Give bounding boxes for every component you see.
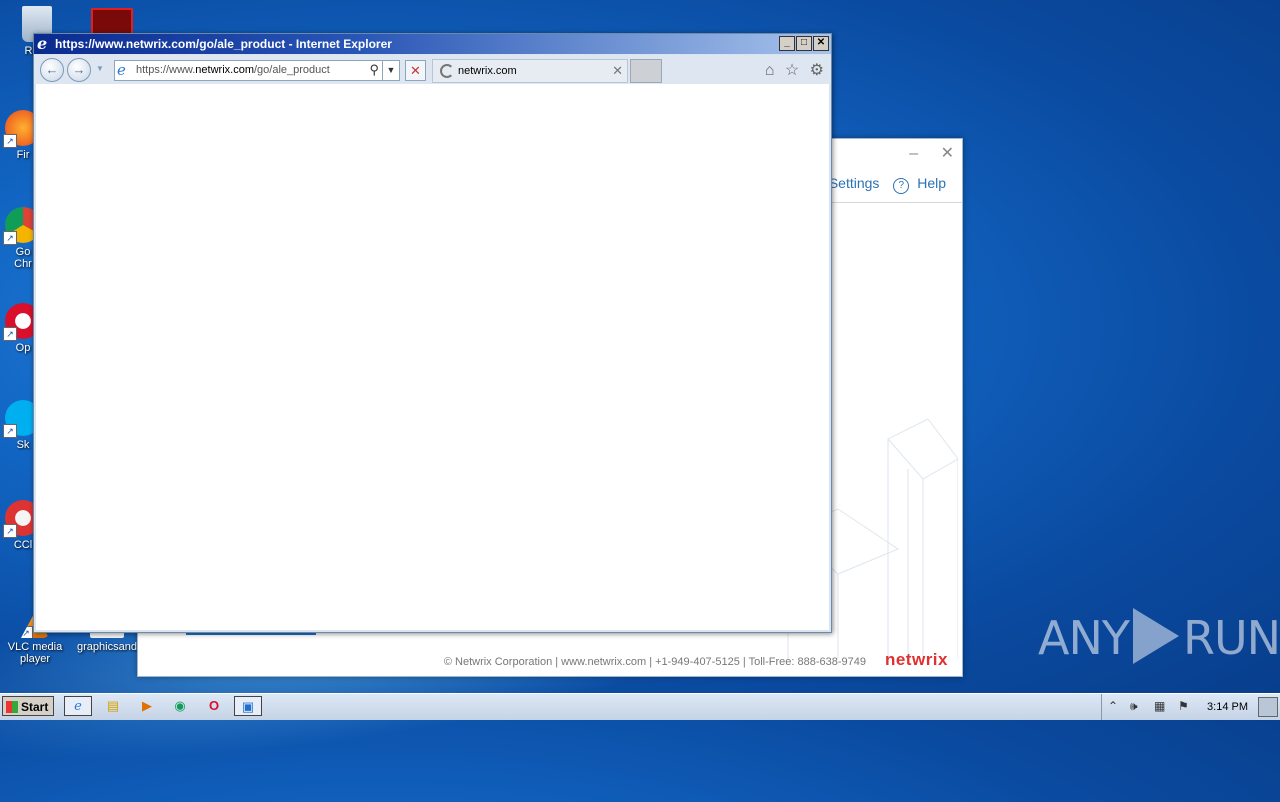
settings-link[interactable]: Settings xyxy=(829,175,880,191)
explorer-taskbar-icon[interactable]: ▤ xyxy=(99,696,127,716)
help-link[interactable]: Help xyxy=(917,175,946,191)
recent-pages-dropdown-icon[interactable]: ▼ xyxy=(96,64,104,73)
ie-taskbar-icon[interactable]: e xyxy=(64,696,92,716)
help-icon[interactable]: ? xyxy=(893,178,910,194)
taskbar: Start e ▤ ▶ ◉ O ▣ ⌃ 🕪 ▦ ⚑ 3:14 PM xyxy=(0,693,1280,720)
address-bar[interactable]: e https://www.netwrix.com/go/ale_product… xyxy=(114,60,400,81)
system-tray: ⌃ 🕪 ▦ ⚑ 3:14 PM xyxy=(1101,694,1280,720)
windows-flag-icon xyxy=(6,701,18,713)
netwrix-taskbar-icon[interactable]: ▣ xyxy=(234,696,262,716)
tab-title: netwrix.com xyxy=(458,65,517,77)
maximize-button[interactable]: □ xyxy=(796,36,812,51)
netwrix-close-button[interactable]: ✕ xyxy=(941,145,954,162)
minimize-button[interactable]: _ xyxy=(779,36,795,51)
clock[interactable]: 3:14 PM xyxy=(1207,701,1248,713)
ie-navigation-toolbar: ← → ▼ e https://www.netwrix.com/go/ale_p… xyxy=(34,55,831,84)
ie-title-bar[interactable]: e https://www.netwrix.com/go/ale_product… xyxy=(34,34,831,54)
netwrix-logo: netwrix xyxy=(884,650,948,669)
ie-window-title: https://www.netwrix.com/go/ale_product -… xyxy=(55,37,392,51)
favorites-icon[interactable]: ☆ xyxy=(785,62,799,79)
anyrun-play-icon xyxy=(1132,608,1179,664)
close-button[interactable]: ✕ xyxy=(813,36,829,51)
netwrix-minimize-button[interactable]: – xyxy=(909,145,918,162)
show-desktop-button[interactable] xyxy=(1258,697,1278,717)
search-icon[interactable]: ⚲ xyxy=(369,62,379,78)
media-player-taskbar-icon[interactable]: ▶ xyxy=(133,696,161,716)
netwrix-top-nav: Settings ? Help xyxy=(819,175,946,194)
volume-icon[interactable]: 🕪 xyxy=(1130,699,1138,714)
netwrix-header-divider xyxy=(828,202,962,203)
start-button[interactable]: Start xyxy=(2,696,54,716)
network-icon[interactable]: ▦ xyxy=(1154,699,1165,713)
loading-spinner-icon xyxy=(440,64,454,78)
acrobat-icon xyxy=(91,8,133,36)
ie-page-content[interactable] xyxy=(36,84,829,630)
address-dropdown-button[interactable]: ▼ xyxy=(382,61,399,80)
address-url[interactable]: https://www.netwrix.com/go/ale_product xyxy=(136,64,330,76)
show-hidden-icons-icon[interactable]: ⌃ xyxy=(1108,699,1118,713)
tools-gear-icon[interactable]: ⚙ xyxy=(810,62,824,79)
anyrun-watermark: ANY RUN xyxy=(1038,608,1280,665)
browser-tab[interactable]: netwrix.com ✕ xyxy=(432,59,628,83)
site-ie-icon: e xyxy=(117,61,126,79)
stop-button[interactable]: ✕ xyxy=(405,60,426,81)
internet-explorer-window: e https://www.netwrix.com/go/ale_product… xyxy=(33,33,832,633)
new-tab-button[interactable] xyxy=(630,59,662,83)
chrome-taskbar-icon[interactable]: ◉ xyxy=(166,696,194,716)
opera-taskbar-icon[interactable]: O xyxy=(200,696,228,716)
back-button[interactable]: ← xyxy=(40,58,64,82)
netwrix-window-controls: – ✕ xyxy=(891,143,954,163)
forward-button[interactable]: → xyxy=(67,58,91,82)
netwrix-footer: © Netwrix Corporation | www.netwrix.com … xyxy=(443,656,866,668)
ie-command-icons: ⌂ ☆ ⚙ xyxy=(759,60,824,80)
home-icon[interactable]: ⌂ xyxy=(765,62,775,79)
action-center-flag-icon[interactable]: ⚑ xyxy=(1178,699,1189,713)
ie-logo-icon: e xyxy=(37,34,48,53)
ie-window-controls: _ □ ✕ xyxy=(778,36,829,51)
tab-close-button[interactable]: ✕ xyxy=(612,63,623,79)
